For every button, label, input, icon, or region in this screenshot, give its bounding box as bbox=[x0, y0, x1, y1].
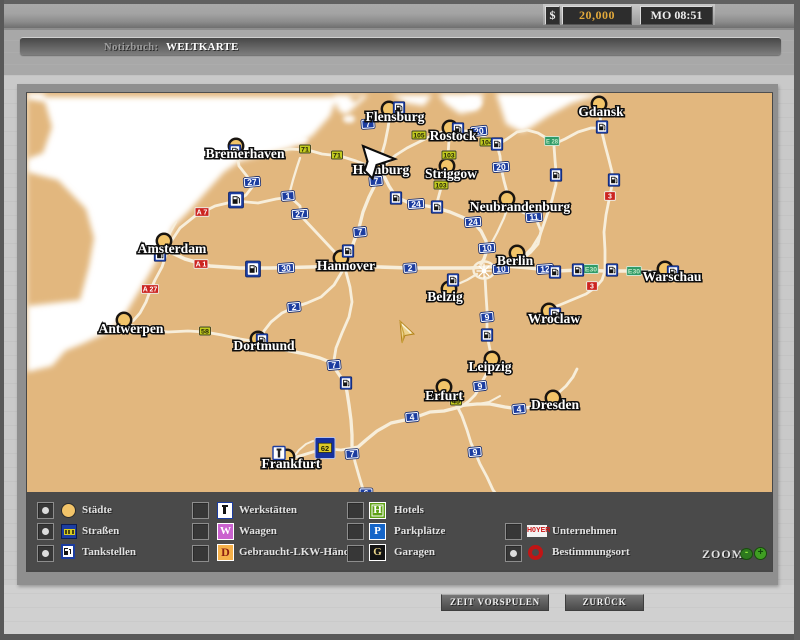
svg-text:Belzig: Belzig bbox=[427, 289, 463, 304]
svg-text:103: 103 bbox=[435, 182, 446, 189]
svg-text:24: 24 bbox=[468, 217, 479, 228]
svg-text:20: 20 bbox=[496, 162, 507, 173]
svg-text:A 1: A 1 bbox=[196, 262, 207, 269]
svg-text:27: 27 bbox=[295, 209, 306, 220]
svg-text:30: 30 bbox=[281, 263, 291, 274]
svg-text:Striggow: Striggow bbox=[425, 166, 477, 181]
svg-text:Gdansk: Gdansk bbox=[578, 104, 624, 119]
svg-text:Dortmund: Dortmund bbox=[233, 338, 295, 353]
svg-text:2: 2 bbox=[407, 263, 413, 273]
svg-text:A 27: A 27 bbox=[143, 287, 158, 294]
svg-text:Flensburg: Flensburg bbox=[366, 109, 425, 124]
svg-text:E 28: E 28 bbox=[546, 138, 558, 145]
svg-text:1: 1 bbox=[285, 191, 291, 201]
svg-text:Frankfurt: Frankfurt bbox=[262, 456, 321, 471]
svg-text:Amsterdam: Amsterdam bbox=[138, 241, 207, 256]
svg-text:62: 62 bbox=[321, 444, 329, 453]
svg-text:Erfurt: Erfurt bbox=[425, 388, 463, 403]
svg-text:Warschau: Warschau bbox=[643, 269, 702, 284]
svg-text:Leipzig: Leipzig bbox=[468, 359, 511, 374]
svg-text:58: 58 bbox=[201, 328, 209, 335]
svg-text:Wroclaw: Wroclaw bbox=[528, 311, 581, 326]
svg-text:71: 71 bbox=[333, 152, 341, 159]
svg-text:24: 24 bbox=[411, 199, 421, 210]
svg-text:E30: E30 bbox=[585, 266, 597, 273]
svg-text:Hannover: Hannover bbox=[317, 258, 375, 273]
svg-text:Berlin: Berlin bbox=[497, 253, 534, 268]
svg-text:Bremerhaven: Bremerhaven bbox=[205, 146, 284, 161]
svg-text:71: 71 bbox=[301, 146, 309, 153]
svg-text:12: 12 bbox=[540, 264, 550, 275]
svg-text:103: 103 bbox=[443, 152, 454, 159]
svg-text:7: 7 bbox=[349, 449, 355, 459]
svg-text:3: 3 bbox=[608, 194, 612, 201]
svg-text:E30: E30 bbox=[628, 268, 640, 275]
svg-text:A 7: A 7 bbox=[197, 210, 208, 217]
svg-text:27: 27 bbox=[247, 177, 258, 188]
svg-text:Dresden: Dresden bbox=[531, 397, 580, 412]
svg-text:Antwerpen: Antwerpen bbox=[99, 321, 164, 336]
svg-text:10: 10 bbox=[482, 243, 493, 254]
svg-text:105: 105 bbox=[413, 132, 424, 139]
svg-text:Rostock: Rostock bbox=[430, 128, 477, 143]
svg-text:Neubrandenburg: Neubrandenburg bbox=[470, 199, 571, 214]
svg-text:3: 3 bbox=[590, 284, 594, 291]
